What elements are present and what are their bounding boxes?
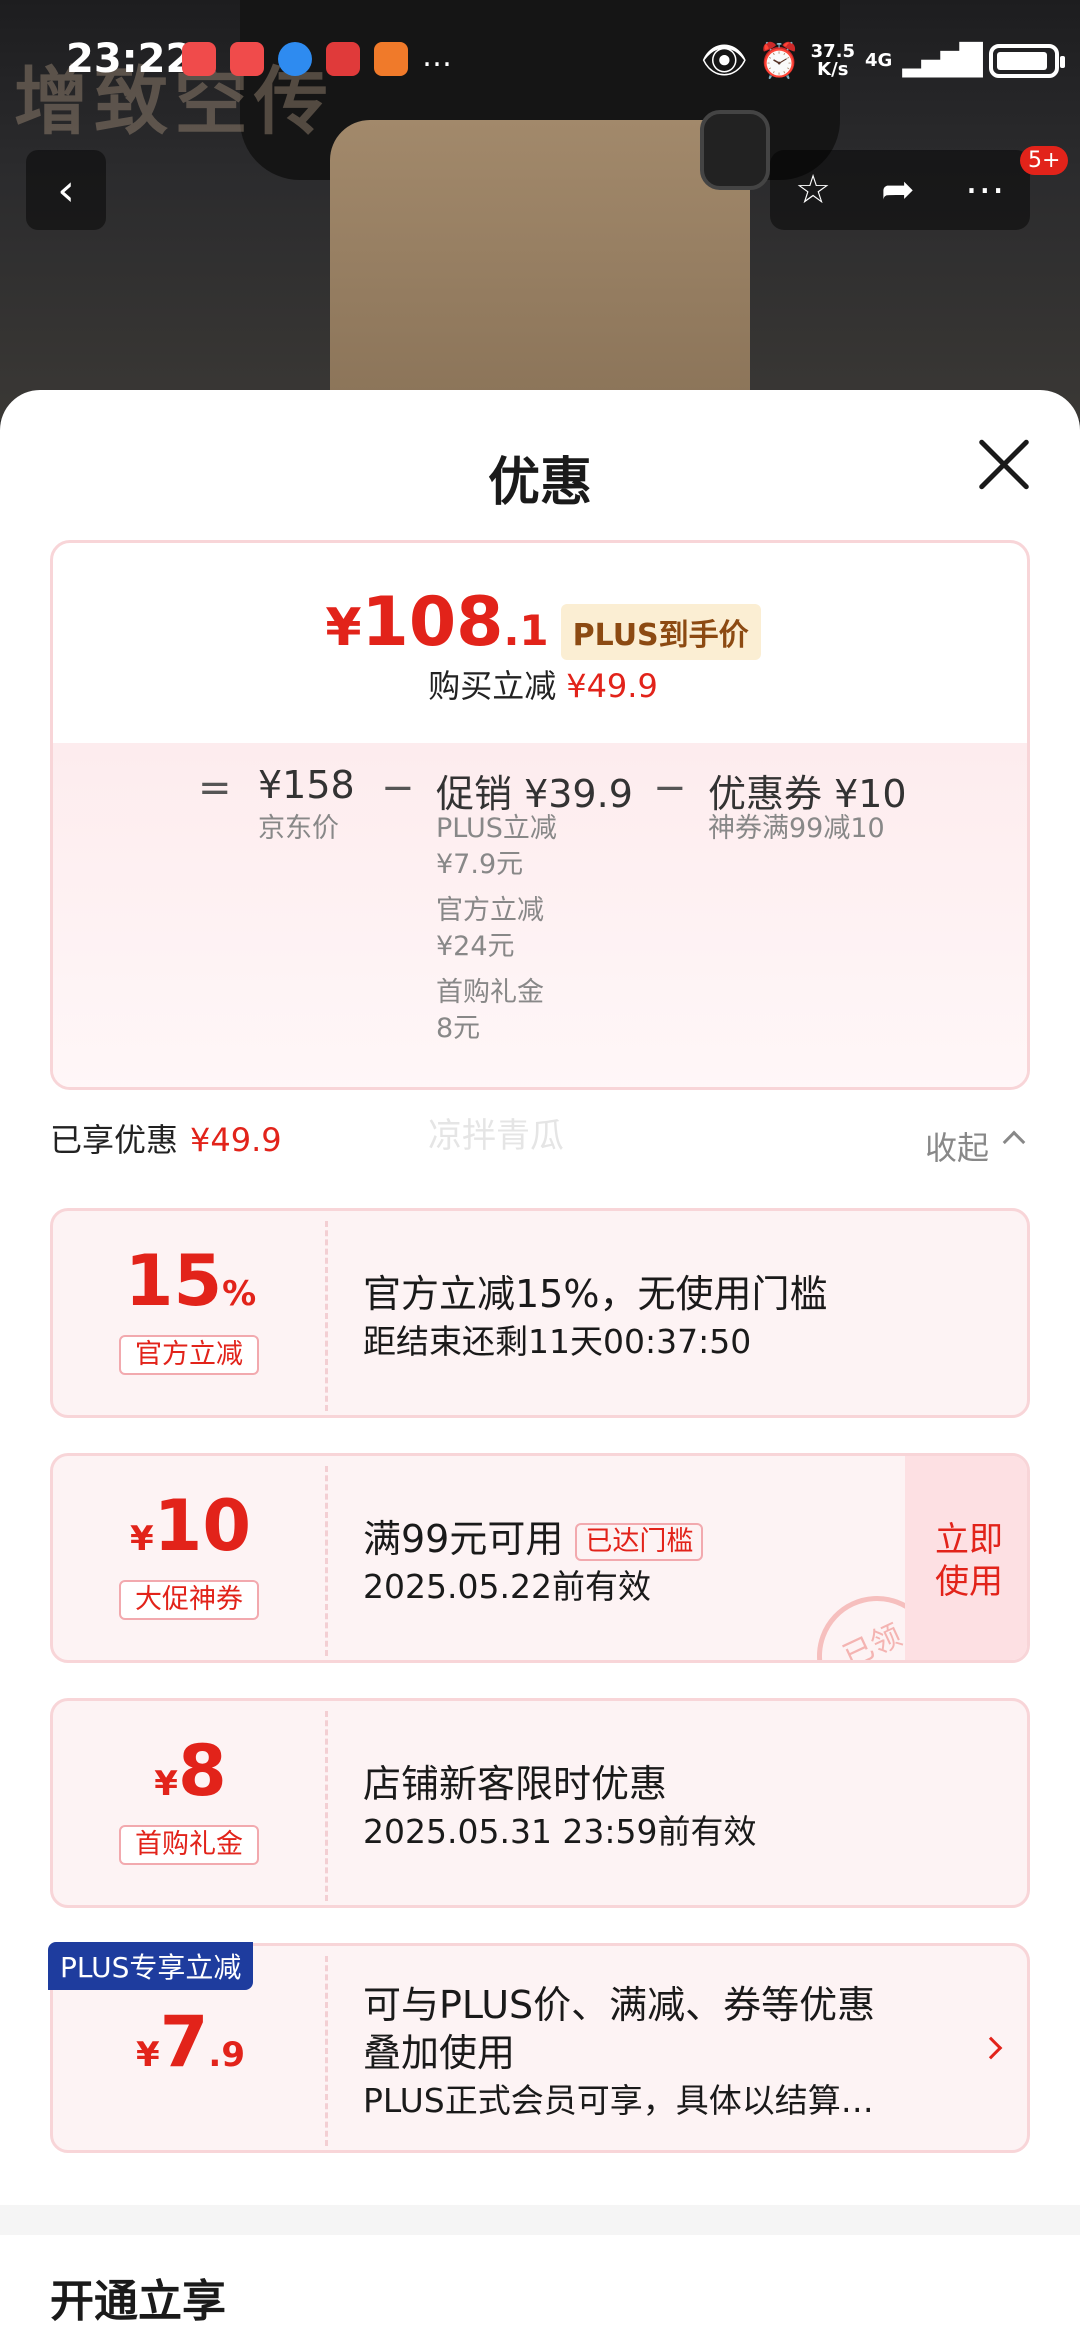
more-icon[interactable]: ⋯ [965,167,1005,213]
coupon-desc: PLUS正式会员可享，具体以结算… [363,2081,874,2120]
chevron-right-icon[interactable] [979,2036,1003,2060]
minus-sign: − [653,765,687,811]
section-divider [0,2205,1080,2235]
chevron-up-icon[interactable] [1002,1130,1026,1154]
jd-price-label: 京东价 [258,813,339,844]
sheet-title: 优惠 [487,453,592,513]
top-actions: ☆ ➦ ⋯ [770,150,1030,230]
enjoyed-label: 已享优惠 [50,1121,179,1159]
signal-icon: ▂▄▆█ [902,43,982,78]
coupon-card[interactable]: 15% 官方立减 官方立减15%，无使用门槛 距结束还剩11天00:37:50 [50,1208,1030,1418]
coupon-tag: 首购礼金 [119,1825,259,1865]
minus-sign: − [381,765,415,811]
plus-price-tag: PLUS到手价 [560,604,761,660]
buy-reduce-value: ¥49.9 [566,667,658,705]
threshold-reached-badge: 已达门槛 [575,1522,704,1561]
enjoyed-discount: 已享优惠 ¥49.9 [50,1115,282,1161]
buy-reduce-label: 购买立减 [428,667,557,705]
use-now-button[interactable]: 立即 使用 [905,1456,1027,1660]
eye-icon: 👁 [700,38,749,82]
watch-shape [700,110,770,190]
collapse-button[interactable]: 收起 [925,1123,989,1169]
coupon-value: 15% [124,1240,257,1322]
coupon-divider [325,1466,328,1656]
shield-notification-icon [278,42,312,76]
buy-reduce: 购买立减 ¥49.9 [53,661,1027,707]
coupon-tag: 大促神券 [119,1580,259,1620]
plus-exclusive-label: PLUS专享立减 [48,1942,254,1990]
coupon-card[interactable]: ¥8 首购礼金 店铺新客限时优惠 2025.05.31 23:59前有效 [50,1698,1030,1908]
coupon-value: ¥7.9 [136,2001,245,2083]
promo-item: 官方立减 [436,895,544,926]
final-price-value: ¥108.1 [325,583,549,662]
equals-sign: = [198,765,232,811]
app-notification-icon [326,42,360,76]
coupon-title: 店铺新客限时优惠 [363,1762,668,1806]
network-type: 4G [865,50,893,71]
app-notification-icon [230,42,264,76]
coupon-divider [325,1956,328,2146]
coupon-amount: 优惠券 ¥10 [708,772,907,816]
status-indicators: 👁 ⏰ 37.5 K/s 4G ▂▄▆█ [700,38,1065,83]
status-bar: 23:22 … 👁 ⏰ 37.5 K/s 4G ▂▄▆█ [0,30,1080,90]
speed-value: 37.5 [810,40,856,62]
close-icon[interactable] [976,436,1032,492]
coupon-divider [325,1221,328,1411]
pants-shape [330,120,750,420]
coupon-title: 满99元可用 已达门槛 [363,1508,704,1563]
share-icon[interactable]: ➦ [881,167,915,213]
more-notifications-icon: … [422,39,452,74]
promo-item: ¥7.9元 [436,849,524,880]
coupon-value: ¥10 [129,1485,252,1567]
promo-item: ¥24元 [436,931,515,962]
network-speed: 37.5 K/s [810,40,856,80]
coupon-desc: 神券满99减10 [708,813,885,844]
coupon-card[interactable]: ¥10 大促神券 满99元可用 已达门槛 2025.05.22前有效 已领 立即 … [50,1453,1030,1663]
back-button[interactable]: ‹ [26,150,106,230]
speed-unit: K/s [817,58,849,80]
coupon-title-text: 满99元可用 [363,1517,564,1561]
discount-sheet: 优惠 ¥108.1 PLUS到手价 购买立减 ¥49.9 = ¥158 京东价 −… [0,390,1080,2340]
chevron-left-icon: ‹ [57,164,75,216]
coupon-desc: 2025.05.31 23:59前有效 [363,1812,757,1851]
alarm-icon: ⏰ [758,40,801,81]
notification-icons: … [182,42,452,76]
coupon-desc: 2025.05.22前有效 [363,1567,651,1606]
promo-item: 8元 [436,1013,481,1044]
coupon-value: ¥8 [154,1730,227,1812]
coupon-divider [325,1711,328,1901]
jd-price: ¥158 [258,763,355,807]
coupon-title: 官方立减15%，无使用门槛 [363,1272,828,1316]
price-summary-card: ¥108.1 PLUS到手价 购买立减 ¥49.9 = ¥158 京东价 − 促销… [50,540,1030,1090]
enjoyed-value: ¥49.9 [190,1121,282,1159]
app-notification-icon [374,42,408,76]
promo-amount: 促销 ¥39.9 [436,772,633,816]
ghost-text: 凉拌青瓜 [428,1116,564,1156]
use-now-label: 立即 使用 [935,1520,1003,1602]
coupon-tag: 官方立减 [119,1335,259,1375]
final-price: ¥108.1 PLUS到手价 [53,583,1027,662]
coupon-desc: 距结束还剩11天00:37:50 [363,1322,752,1361]
status-time: 23:22 [66,36,194,82]
coupon-title: 可与PLUS价、满减、券等优惠 [363,1983,876,2027]
app-notification-icon [182,42,216,76]
open-membership-title: 开通立享 [50,2276,226,2327]
message-badge: 5+ [1020,146,1069,175]
price-breakdown: = ¥158 京东价 − 促销 ¥39.9 PLUS立减 ¥7.9元 官方立减 … [53,763,1027,1083]
favorite-star-icon[interactable]: ☆ [795,167,831,213]
coupon-title-line2: 叠加使用 [363,2031,516,2075]
promo-item: 首购礼金 [436,977,544,1008]
battery-icon [988,43,1065,78]
promo-item: PLUS立减 [436,813,557,844]
